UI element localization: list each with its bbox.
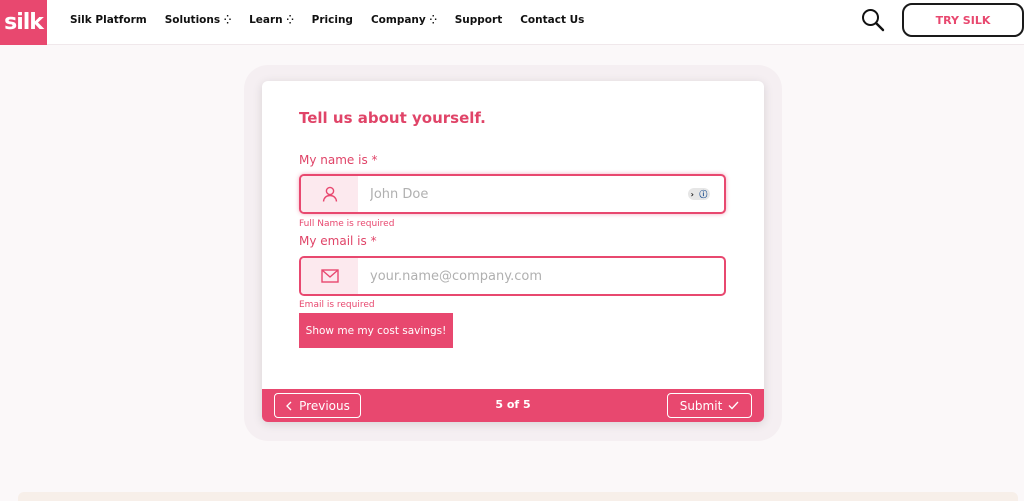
form-card: Tell us about yourself. My name is * ›ⓘ … (262, 81, 764, 422)
submit-button[interactable]: Submit (667, 393, 752, 418)
name-input[interactable] (358, 176, 724, 212)
nav-item-contact-us[interactable]: Contact Us (520, 14, 584, 26)
dropdown-dots-icon: ⁛ (224, 15, 232, 24)
nav-item-solutions[interactable]: Solutions ⁛ (165, 14, 231, 26)
nav-item-label: Company (370, 14, 426, 26)
nav-item-label: Contact Us (520, 14, 585, 26)
nav-item-learn[interactable]: Learn ⁛ (249, 14, 294, 26)
nav-item-support[interactable]: Support (455, 14, 502, 26)
nav-item-label: Solutions (164, 14, 221, 26)
logo-text: silk (4, 10, 44, 35)
nav-item-label: Silk Platform (70, 14, 147, 26)
nav-item-silk-platform[interactable]: Silk Platform (70, 14, 147, 26)
dropdown-dots-icon: ⁛ (286, 15, 294, 24)
name-field-label: My name is * (299, 153, 378, 167)
email-error: Email is required (299, 300, 375, 310)
site-header: silk Silk Platform Solutions ⁛ Learn ⁛ P… (0, 0, 1024, 45)
email-field (299, 256, 726, 296)
email-input[interactable] (358, 258, 724, 294)
email-field-label: My email is * (299, 234, 377, 248)
next-section-edge (18, 492, 1018, 501)
search-icon (862, 9, 885, 32)
nav-item-label: Pricing (311, 14, 353, 26)
nav-item-company[interactable]: Company ⁛ (371, 14, 437, 26)
nav-item-pricing[interactable]: Pricing (312, 14, 353, 26)
name-field-icon-box (301, 176, 358, 212)
main-nav: Silk Platform Solutions ⁛ Learn ⁛ Pricin… (70, 0, 602, 40)
dropdown-dots-icon: ⁛ (429, 15, 437, 24)
submit-label: Submit (679, 398, 723, 413)
user-icon (322, 186, 337, 202)
nav-item-label: Support (454, 14, 503, 26)
name-error: Full Name is required (299, 219, 395, 229)
form-footer: Previous 5 of 5 Submit (262, 389, 764, 422)
password-manager-icon[interactable]: › ⓘ (688, 188, 710, 200)
nav-item-label: Learn (249, 14, 283, 26)
name-field: ›ⓘ (299, 174, 726, 214)
form-title: Tell us about yourself. (299, 109, 486, 127)
email-field-icon-box (301, 258, 358, 294)
silk-logo[interactable]: silk (0, 0, 47, 45)
try-silk-button[interactable]: TRY SILK (902, 3, 1024, 37)
search-button[interactable] (860, 7, 886, 33)
envelope-icon (320, 269, 339, 283)
checkmark-icon (728, 401, 739, 410)
show-cost-savings-button[interactable]: Show me my cost savings! (299, 313, 453, 348)
